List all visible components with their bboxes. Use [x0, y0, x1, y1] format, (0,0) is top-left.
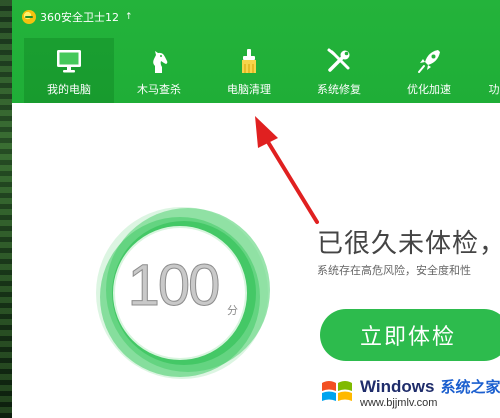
watermark-brand: Windows — [360, 376, 435, 396]
start-checkup-button[interactable]: 立即体检 — [320, 309, 500, 361]
upgrade-arrow-icon[interactable]: ↑ — [125, 12, 133, 22]
header-bar: 360安全卫士12 ↑ 我的电脑 木马查杀 电脑清理 系统修复 优化加速 功 — [12, 0, 500, 103]
nav-item-trojan-scan[interactable]: 木马查杀 — [114, 38, 204, 103]
watermark: Windows 系统之家 www.bjjmlv.com — [320, 367, 500, 417]
watermark-site: 系统之家 — [440, 377, 500, 396]
title-bar: 360安全卫士12 ↑ — [22, 9, 133, 25]
nav-item-my-computer[interactable]: 我的电脑 — [24, 38, 114, 103]
monitor-icon — [57, 50, 81, 73]
nav-item-label: 电脑清理 — [227, 83, 271, 96]
brush-icon — [242, 49, 256, 73]
watermark-line: Windows 系统之家 — [360, 376, 500, 397]
desktop-background-strip — [0, 0, 12, 418]
horse-icon — [153, 51, 168, 73]
nav-item-label: 木马查杀 — [137, 83, 181, 96]
main-nav: 我的电脑 木马查杀 电脑清理 系统修复 优化加速 功 — [24, 38, 500, 103]
nav-item-cleanup[interactable]: 电脑清理 — [204, 38, 294, 103]
app-title: 360安全卫士12 — [40, 11, 119, 24]
score-value: 100 — [127, 253, 221, 318]
nav-item-label: 系统修复 — [317, 83, 361, 96]
nav-item-label: 功 — [488, 83, 500, 96]
wrench-screwdriver-icon — [327, 48, 350, 72]
score-unit: 分 — [227, 304, 238, 317]
rocket-icon — [418, 50, 440, 73]
nav-item-more-partial[interactable]: 功 — [474, 38, 500, 103]
app-logo-icon — [22, 10, 36, 24]
watermark-url: www.bjjmlv.com — [360, 396, 438, 409]
checkup-headline: 已很久未体检， — [317, 229, 500, 259]
nav-item-optimize[interactable]: 优化加速 — [384, 38, 474, 103]
app-window: 360安全卫士12 ↑ 我的电脑 木马查杀 电脑清理 系统修复 优化加速 功 1… — [12, 0, 500, 418]
watermark-text: Windows 系统之家 www.bjjmlv.com — [360, 376, 500, 409]
nav-item-label: 优化加速 — [407, 83, 451, 96]
nav-item-label: 我的电脑 — [47, 83, 91, 96]
windows-logo-icon — [322, 381, 352, 401]
nav-item-system-repair[interactable]: 系统修复 — [294, 38, 384, 103]
risk-subtext: 系统存在高危风险，安全度和性 — [317, 264, 471, 277]
health-score-widget: 100 分 — [90, 195, 290, 395]
